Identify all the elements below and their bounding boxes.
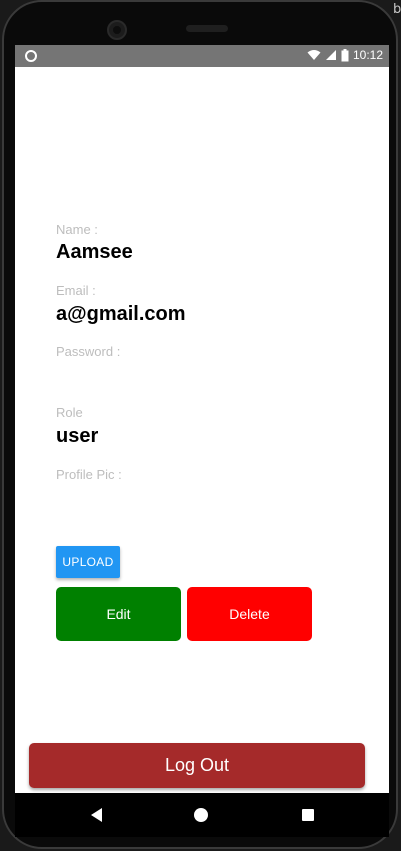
- stage: b 10:12 Name : Aamsee Email: a@gmail.co…: [0, 0, 401, 851]
- upload-button[interactable]: UPLOAD: [56, 546, 120, 578]
- status-time: 10:12: [352, 48, 383, 62]
- earpiece-speaker: [186, 25, 228, 32]
- background-edge-text: b: [393, 2, 401, 17]
- status-bar: 10:12: [15, 45, 389, 67]
- name-label: Name :: [56, 222, 98, 237]
- status-icons: 10:12: [307, 48, 383, 62]
- role-label: Role: [56, 405, 83, 420]
- wifi-icon: [307, 50, 321, 60]
- delete-button[interactable]: Delete: [187, 587, 312, 641]
- recent-apps-icon[interactable]: [300, 807, 316, 823]
- edit-button[interactable]: Edit: [56, 587, 181, 641]
- front-camera: [107, 20, 127, 40]
- email-label: Email :: [56, 283, 96, 298]
- password-label: Password :: [56, 344, 121, 359]
- signal-icon: [325, 50, 336, 60]
- email-value: a@gmail.com: [56, 303, 186, 325]
- notification-circle-icon: [25, 50, 37, 62]
- app-screen: 10:12 Name : Aamsee Email : a@gmail.com …: [15, 45, 389, 793]
- home-icon[interactable]: [193, 807, 209, 823]
- profile-pic-label: Profile Pic :: [56, 467, 122, 482]
- name-value: Aamsee: [56, 241, 133, 263]
- logout-button[interactable]: Log Out: [29, 743, 365, 788]
- back-icon[interactable]: [89, 807, 105, 823]
- battery-icon: [341, 48, 349, 61]
- system-nav-bar: [15, 793, 389, 837]
- role-value: user: [56, 425, 99, 447]
